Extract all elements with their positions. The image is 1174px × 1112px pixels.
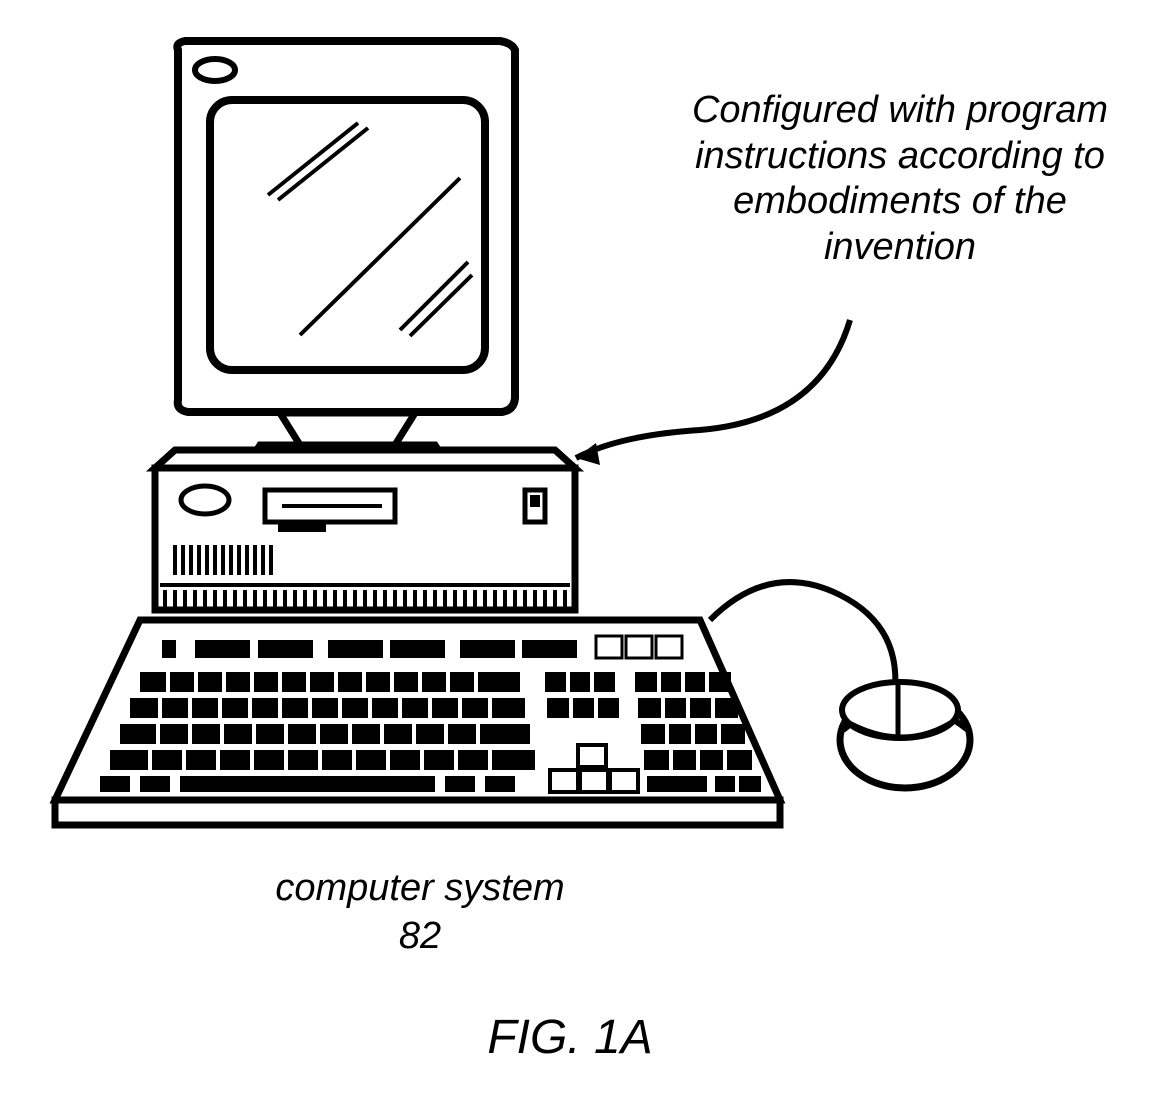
desktop-case-icon — [155, 450, 575, 610]
figure-caption: FIG. 1A — [420, 1010, 720, 1065]
monitor-icon — [177, 41, 515, 412]
callout-arrow-icon — [576, 320, 850, 465]
patent-figure-diagram: Configured with program instructions acc… — [0, 0, 1174, 1112]
computer-system-label: computer system 82 — [220, 865, 620, 960]
keyboard-icon — [55, 620, 780, 825]
callout-annotation: Configured with program instructions acc… — [680, 88, 1120, 270]
label-name: computer system — [275, 867, 564, 909]
label-refnum: 82 — [399, 915, 441, 957]
